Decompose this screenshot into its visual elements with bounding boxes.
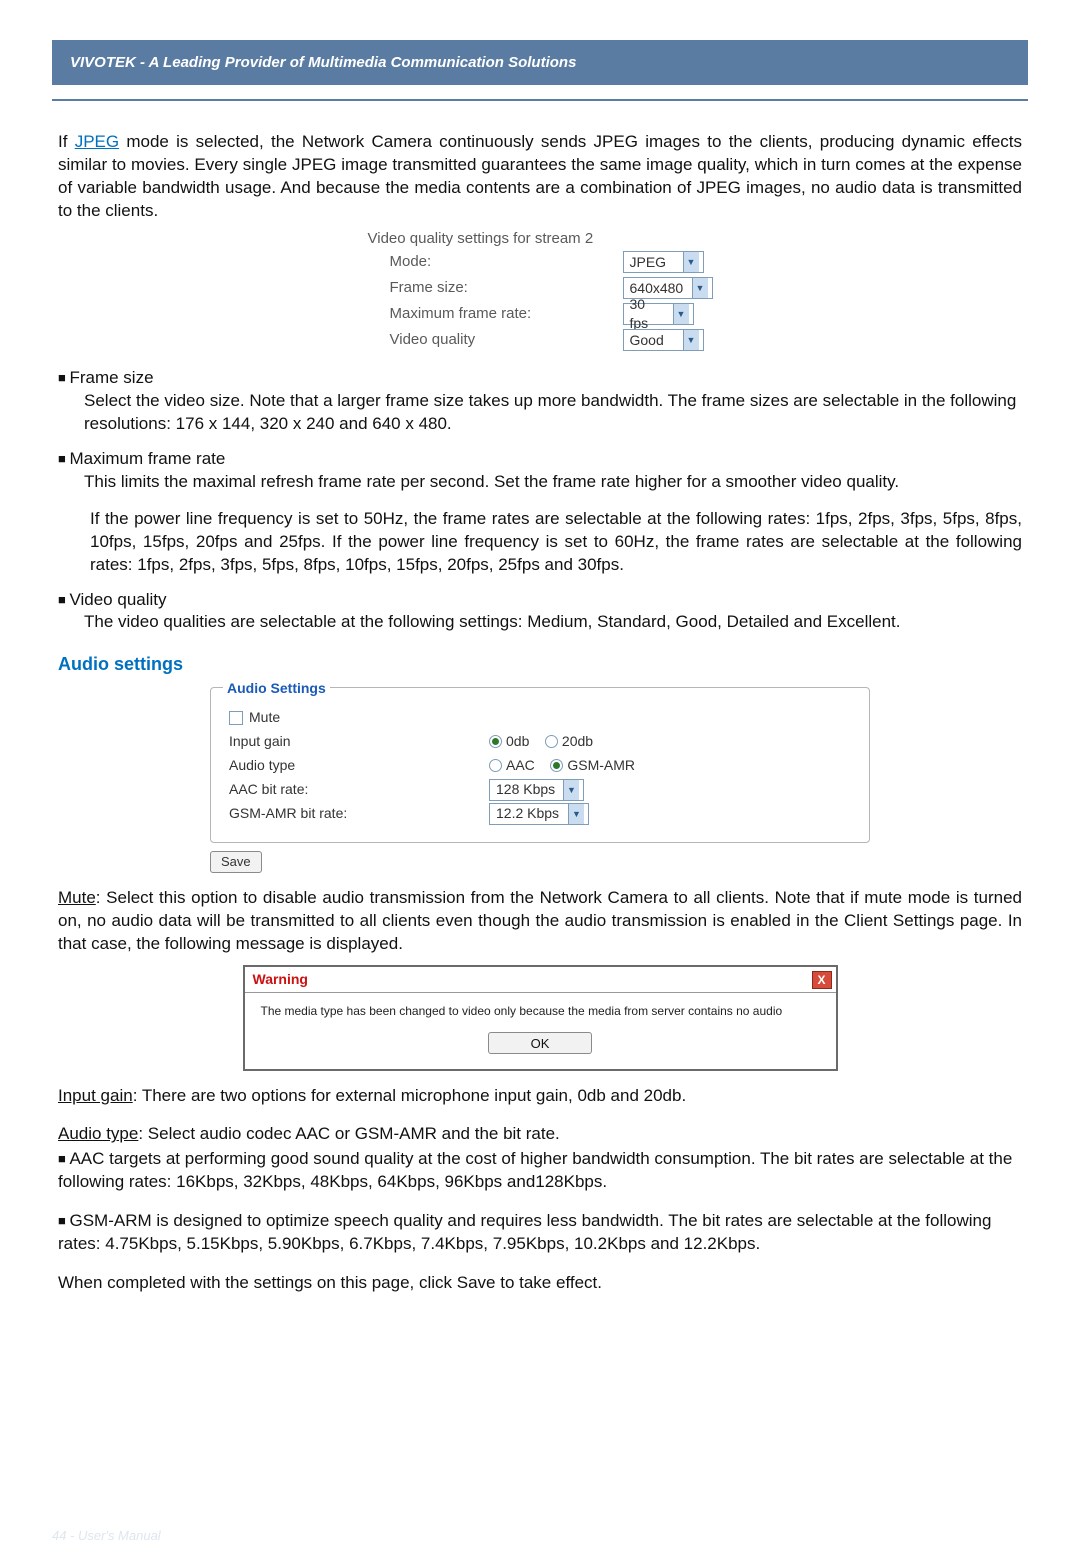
- aac-bitrate-value: 128 Kbps: [490, 780, 563, 799]
- aac-bitrate-label: AAC bit rate:: [229, 780, 489, 799]
- gsm-bitrate-value: 12.2 Kbps: [490, 804, 568, 823]
- input-gain-0db-text: 0db: [506, 733, 529, 749]
- mute-body: : Select this option to disable audio tr…: [58, 888, 1022, 953]
- closing-paragraph: When completed with the settings on this…: [58, 1272, 1022, 1295]
- close-icon[interactable]: X: [812, 971, 832, 989]
- audio-type-body: : Select audio codec AAC or GSM-AMR and …: [138, 1124, 559, 1143]
- gsm-bitrate-label: GSM-AMR bit rate:: [229, 804, 489, 823]
- input-gain-body: : There are two options for external mic…: [133, 1086, 687, 1105]
- audio-fieldset: Audio Settings Mute Input gain 0db 20db …: [210, 687, 870, 843]
- audio-type-label: Audio type: [229, 756, 489, 775]
- vq-mode-value: JPEG: [624, 253, 683, 272]
- gsm-bitrate-select[interactable]: 12.2 Kbps▼: [489, 803, 589, 825]
- chevron-down-icon: ▼: [673, 304, 689, 324]
- jpeg-link[interactable]: JPEG: [75, 132, 119, 151]
- mute-row: Mute: [229, 706, 851, 730]
- input-gain-0db-radio[interactable]: [489, 735, 502, 748]
- max-frame-rate-body1: This limits the maximal refresh frame ra…: [84, 471, 1022, 494]
- vq-mode-label: Mode:: [368, 252, 623, 272]
- mute-lead: Mute: [58, 888, 96, 907]
- mute-label: Mute: [249, 708, 280, 727]
- audio-type-gsm-radio[interactable]: [550, 759, 563, 772]
- input-gain-lead: Input gain: [58, 1086, 133, 1105]
- video-quality-settings-mock: Video quality settings for stream 2 Mode…: [58, 229, 1022, 353]
- video-quality-item: Video quality The video qualities are se…: [58, 589, 1022, 635]
- frame-size-title: Frame size: [58, 367, 1022, 390]
- input-gain-20db-text: 20db: [562, 733, 593, 749]
- warning-ok-button[interactable]: OK: [488, 1032, 592, 1054]
- frame-size-body: Select the video size. Note that a large…: [84, 390, 1022, 436]
- audio-legend: Audio Settings: [223, 679, 330, 698]
- input-gain-paragraph: Input gain: There are two options for ex…: [58, 1085, 1022, 1108]
- warning-title: Warning: [253, 970, 308, 989]
- input-gain-20db-radio[interactable]: [545, 735, 558, 748]
- intro-paragraph: If JPEG mode is selected, the Network Ca…: [58, 131, 1022, 223]
- audio-type-aac-text: AAC: [506, 757, 535, 773]
- max-frame-rate-title: Maximum frame rate: [58, 448, 1022, 471]
- chevron-down-icon: ▼: [563, 780, 579, 800]
- header-title: VIVOTEK - A Leading Provider of Multimed…: [70, 54, 576, 71]
- vq-quality-label: Video quality: [368, 330, 623, 350]
- video-quality-title: Video quality: [58, 589, 1022, 612]
- header-bar: VIVOTEK - A Leading Provider of Multimed…: [52, 40, 1028, 85]
- gsm-bullet-text: GSM-ARM is designed to optimize speech q…: [58, 1211, 991, 1253]
- warning-titlebar: Warning X: [245, 967, 836, 993]
- chevron-down-icon: ▼: [692, 278, 708, 298]
- warning-dialog-mock: Warning X The media type has been change…: [58, 965, 1022, 1070]
- chevron-down-icon: ▼: [568, 804, 584, 824]
- vq-quality-select[interactable]: Good▼: [623, 329, 704, 351]
- chevron-down-icon: ▼: [683, 252, 699, 272]
- intro-prefix: If: [58, 132, 75, 151]
- vq-maxfps-label: Maximum frame rate:: [368, 304, 623, 324]
- vq-quality-value: Good: [624, 331, 683, 350]
- save-button[interactable]: Save: [210, 851, 262, 873]
- audio-type-aac-radio[interactable]: [489, 759, 502, 772]
- mute-paragraph: Mute: Select this option to disable audi…: [58, 887, 1022, 956]
- mute-checkbox[interactable]: [229, 711, 243, 725]
- vq-maxfps-value: 30 fps: [624, 295, 673, 333]
- audio-type-gsm-text: GSM-AMR: [567, 757, 635, 773]
- video-quality-body: The video qualities are selectable at th…: [84, 611, 1022, 634]
- page-content: If JPEG mode is selected, the Network Ca…: [0, 101, 1080, 1315]
- audio-type-paragraph: Audio type: Select audio codec AAC or GS…: [58, 1123, 1022, 1146]
- vq-heading: Video quality settings for stream 2: [368, 229, 713, 249]
- intro-body: mode is selected, the Network Camera con…: [58, 132, 1022, 220]
- aac-bitrate-select[interactable]: 128 Kbps▼: [489, 779, 584, 801]
- frame-size-item: Frame size Select the video size. Note t…: [58, 367, 1022, 436]
- input-gain-label: Input gain: [229, 732, 489, 751]
- page-footer: 44 - User's Manual: [52, 1528, 161, 1543]
- aac-bullet: ■ AAC targets at performing good sound q…: [58, 1148, 1022, 1194]
- vq-framesize-label: Frame size:: [368, 278, 623, 298]
- max-frame-rate-item: Maximum frame rate This limits the maxim…: [58, 448, 1022, 577]
- warning-message: The media type has been changed to video…: [257, 1003, 824, 1031]
- audio-settings-heading: Audio settings: [58, 652, 1022, 676]
- vq-maxfps-select[interactable]: 30 fps▼: [623, 303, 694, 325]
- audio-settings-mock: Audio Settings Mute Input gain 0db 20db …: [58, 687, 1022, 873]
- audio-type-lead: Audio type: [58, 1124, 138, 1143]
- gsm-bullet: ■ GSM-ARM is designed to optimize speech…: [58, 1210, 1022, 1256]
- max-frame-rate-body2: If the power line frequency is set to 50…: [90, 508, 1022, 577]
- vq-mode-select[interactable]: JPEG▼: [623, 251, 704, 273]
- aac-bullet-text: AAC targets at performing good sound qua…: [58, 1149, 1012, 1191]
- chevron-down-icon: ▼: [683, 330, 699, 350]
